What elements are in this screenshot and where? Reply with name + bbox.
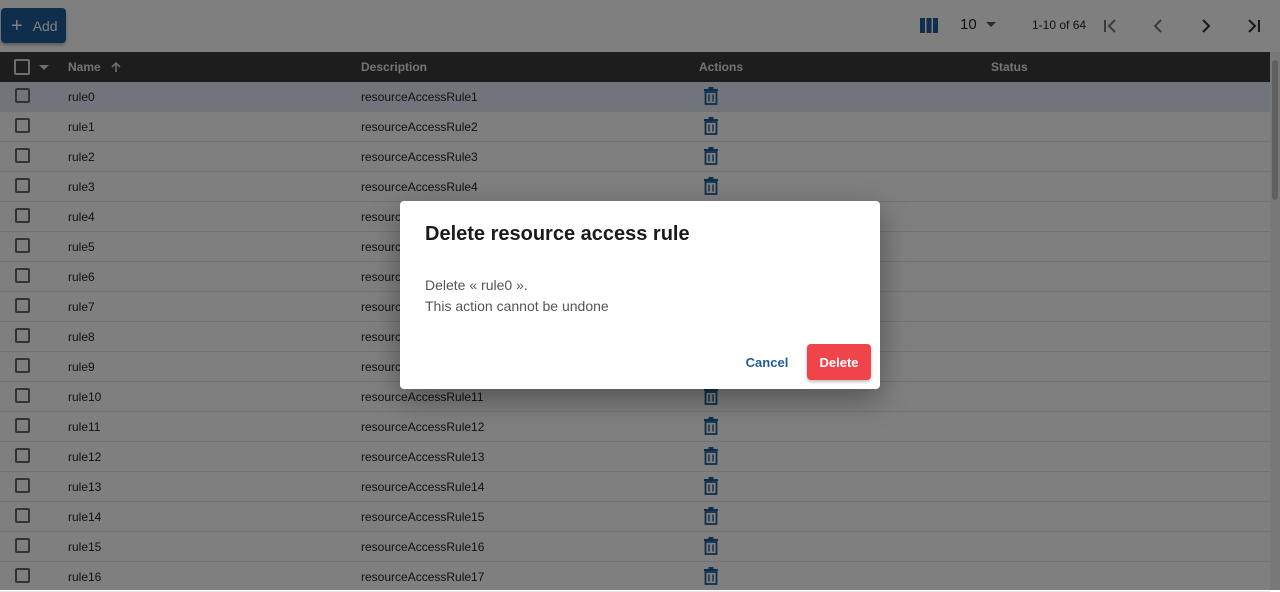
dialog-title: Delete resource access rule — [425, 223, 690, 245]
dialog-warning: This action cannot be undone — [425, 298, 609, 314]
dialog-message: Delete « rule0 ». — [425, 277, 528, 293]
delete-button[interactable]: Delete — [807, 344, 871, 380]
delete-confirm-dialog: Delete resource access rule Delete « rul… — [400, 201, 880, 389]
cancel-button[interactable]: Cancel — [736, 344, 798, 380]
